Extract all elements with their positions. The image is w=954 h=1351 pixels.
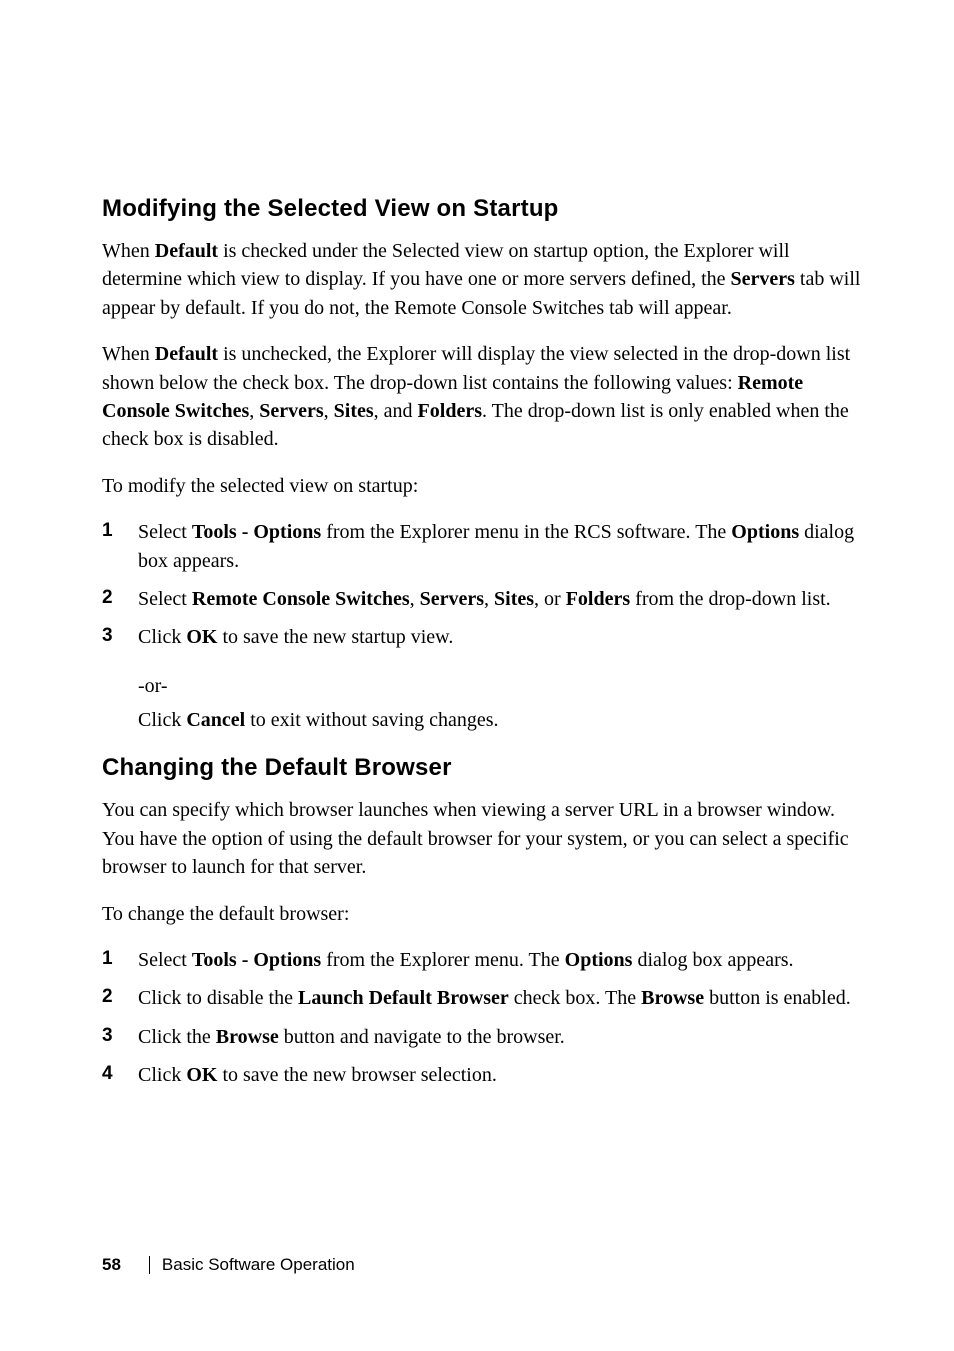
text: to save the new browser selection. — [217, 1064, 496, 1086]
text: Click the — [138, 1026, 216, 1048]
footer-divider — [149, 1256, 150, 1274]
bold-folders: Folders — [418, 400, 482, 422]
step-number: 4 — [102, 1061, 138, 1089]
text: Select — [138, 521, 192, 543]
step-item: 1 Select Tools - Options from the Explor… — [102, 518, 864, 575]
page-footer: 58 Basic Software Operation — [102, 1255, 355, 1275]
steps-list-2: 1 Select Tools - Options from the Explor… — [102, 946, 864, 1090]
step-number: 1 — [102, 946, 138, 974]
step-body: Select Tools - Options from the Explorer… — [138, 518, 864, 575]
text: Click — [138, 709, 186, 731]
bold-servers: Servers — [259, 400, 323, 422]
text: , — [410, 588, 420, 610]
bold-tools-options: Tools - Options — [192, 521, 321, 543]
text: button is enabled. — [704, 987, 851, 1009]
text: , and — [374, 400, 418, 422]
step-number: 1 — [102, 518, 138, 575]
para-s1-p2: When Default is unchecked, the Explorer … — [102, 340, 864, 454]
step-item: 3 Click the Browse button and navigate t… — [102, 1023, 864, 1051]
bold-launch-default-browser: Launch Default Browser — [298, 987, 509, 1009]
bold-sites: Sites — [494, 588, 534, 610]
text: to save the new startup view. — [217, 626, 453, 648]
text: , or — [534, 588, 566, 610]
heading-modify-view: Modifying the Selected View on Startup — [102, 195, 864, 223]
step-number: 2 — [102, 984, 138, 1012]
or-text: -or- — [138, 672, 864, 700]
steps-list-1: 1 Select Tools - Options from the Explor… — [102, 518, 864, 652]
step-item: 2 Click to disable the Launch Default Br… — [102, 984, 864, 1012]
page-number: 58 — [102, 1255, 121, 1275]
step-body: Click the Browse button and navigate to … — [138, 1023, 864, 1051]
text: Click — [138, 1064, 186, 1086]
step-body: Select Remote Console Switches, Servers,… — [138, 585, 864, 613]
bold-folders: Folders — [566, 588, 630, 610]
text: Click — [138, 626, 186, 648]
step-body: Click to disable the Launch Default Brow… — [138, 984, 864, 1012]
step-number: 3 — [102, 623, 138, 651]
step-item: 1 Select Tools - Options from the Explor… — [102, 946, 864, 974]
bold-ok: OK — [186, 626, 217, 648]
step-number: 2 — [102, 585, 138, 613]
text: Click to disable the — [138, 987, 298, 1009]
text: check box. The — [509, 987, 641, 1009]
step-body: Click OK to save the new browser selecti… — [138, 1061, 864, 1089]
step-item: 4 Click OK to save the new browser selec… — [102, 1061, 864, 1089]
text: , — [324, 400, 334, 422]
text: from the Explorer menu. The — [321, 949, 564, 971]
text: button and navigate to the browser. — [279, 1026, 565, 1048]
text: When — [102, 240, 155, 262]
text: Select — [138, 588, 192, 610]
step-number: 3 — [102, 1023, 138, 1051]
page-content: Modifying the Selected View on Startup W… — [0, 0, 954, 1090]
bold-servers: Servers — [420, 588, 484, 610]
bold-browse: Browse — [641, 987, 704, 1009]
bold-options: Options — [565, 949, 633, 971]
text: from the Explorer menu in the RCS softwa… — [321, 521, 731, 543]
para-s2-p1: You can specify which browser launches w… — [102, 796, 864, 881]
para-s2-p2: To change the default browser: — [102, 900, 864, 928]
bold-options: Options — [731, 521, 799, 543]
footer-section: Basic Software Operation — [162, 1255, 355, 1275]
bold-rcs: Remote Console Switches — [192, 588, 410, 610]
text: , — [249, 400, 259, 422]
step-item: 2 Select Remote Console Switches, Server… — [102, 585, 864, 613]
bold-default: Default — [155, 240, 218, 262]
para-s1-p3: To modify the selected view on startup: — [102, 472, 864, 500]
bold-default: Default — [155, 343, 218, 365]
step-body: Click OK to save the new startup view. — [138, 623, 864, 651]
bold-servers: Servers — [731, 268, 795, 290]
step-item: 3 Click OK to save the new startup view. — [102, 623, 864, 651]
heading-change-browser: Changing the Default Browser — [102, 754, 864, 782]
step-body: Select Tools - Options from the Explorer… — [138, 946, 864, 974]
text: dialog box appears. — [632, 949, 793, 971]
text: from the drop-down list. — [630, 588, 831, 610]
bold-sites: Sites — [334, 400, 374, 422]
bold-cancel: Cancel — [186, 709, 245, 731]
cancel-line: Click Cancel to exit without saving chan… — [138, 706, 864, 734]
para-s1-p1: When Default is checked under the Select… — [102, 237, 864, 322]
bold-browse: Browse — [216, 1026, 279, 1048]
text: to exit without saving changes. — [245, 709, 498, 731]
bold-tools-options: Tools - Options — [192, 949, 321, 971]
bold-ok: OK — [186, 1064, 217, 1086]
text: When — [102, 343, 155, 365]
text: Select — [138, 949, 192, 971]
text: , — [484, 588, 494, 610]
